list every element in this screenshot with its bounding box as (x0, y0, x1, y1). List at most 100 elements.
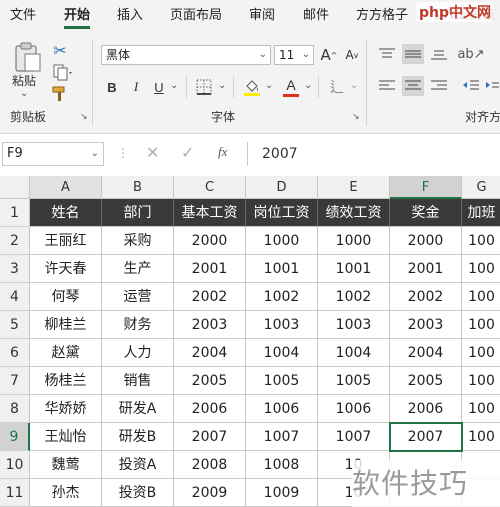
row-header[interactable]: 1 (0, 199, 30, 227)
table-cell[interactable]: 财务 (102, 311, 174, 339)
table-cell[interactable]: 1009 (246, 479, 318, 507)
table-cell[interactable]: 杨桂兰 (30, 367, 102, 395)
clipboard-launcher-icon[interactable]: ↘ (80, 112, 88, 122)
table-cell[interactable]: 1000 (318, 227, 390, 255)
table-cell[interactable]: 1001 (246, 255, 318, 283)
row-header[interactable]: 10 (0, 451, 30, 479)
align-bottom-button[interactable] (428, 44, 450, 64)
table-cell[interactable]: 1007 (318, 423, 390, 451)
row-header[interactable]: 8 (0, 395, 30, 423)
table-cell[interactable]: 1002 (246, 283, 318, 311)
table-cell[interactable]: 运营 (102, 283, 174, 311)
table-cell[interactable]: 2003 (174, 311, 246, 339)
borders-dropdown-icon[interactable]: ⌄ (218, 80, 226, 91)
header-cell[interactable]: 姓名 (30, 199, 102, 227)
tab-fangfang[interactable]: 方方格子 (356, 0, 408, 32)
table-cell[interactable]: 2005 (174, 367, 246, 395)
header-cell[interactable]: 加班 (462, 199, 500, 227)
header-cell[interactable]: 岗位工资 (246, 199, 318, 227)
table-cell[interactable]: 1004 (318, 339, 390, 367)
underline-button[interactable]: U (150, 78, 168, 96)
decrease-indent-button[interactable] (460, 76, 482, 96)
table-cell[interactable]: 销售 (102, 367, 174, 395)
table-cell[interactable]: 2007 (390, 423, 462, 451)
tab-page-layout[interactable]: 页面布局 (170, 0, 222, 32)
header-cell[interactable]: 基本工资 (174, 199, 246, 227)
table-cell[interactable]: 100 (462, 367, 500, 395)
table-cell[interactable]: 2002 (174, 283, 246, 311)
increase-indent-button[interactable] (484, 76, 500, 96)
copy-button[interactable] (50, 62, 76, 82)
formula-input[interactable]: 2007 (247, 142, 500, 166)
table-cell[interactable]: 1005 (318, 367, 390, 395)
orientation-icon[interactable]: ab↗ (457, 44, 484, 64)
table-cell[interactable]: 1003 (318, 311, 390, 339)
grow-font-button[interactable]: A ^ (319, 45, 339, 65)
tab-mailings[interactable]: 邮件 (303, 0, 329, 32)
column-header[interactable]: A (30, 176, 102, 199)
format-painter-button[interactable] (50, 84, 70, 104)
header-cell[interactable]: 部门 (102, 199, 174, 227)
table-cell[interactable]: 王灿怡 (30, 423, 102, 451)
table-cell[interactable]: 1002 (318, 283, 390, 311)
tab-review[interactable]: 审阅 (249, 0, 275, 32)
table-cell[interactable]: 1004 (246, 339, 318, 367)
table-cell[interactable]: 100 (462, 283, 500, 311)
table-cell[interactable]: 2006 (390, 395, 462, 423)
cut-icon[interactable]: ✂ (50, 40, 70, 60)
column-header[interactable]: E (318, 176, 390, 199)
shrink-font-button[interactable]: Av (342, 45, 362, 65)
align-center-button[interactable] (402, 76, 424, 96)
tab-insert[interactable]: 插入 (117, 0, 143, 32)
table-cell[interactable]: 100 (462, 311, 500, 339)
table-cell[interactable]: 2008 (174, 451, 246, 479)
column-header[interactable]: F (390, 176, 462, 199)
table-cell[interactable]: 100 (462, 395, 500, 423)
table-cell[interactable]: 采购 (102, 227, 174, 255)
table-cell[interactable]: 1001 (318, 255, 390, 283)
align-top-button[interactable] (376, 44, 398, 64)
table-cell[interactable]: 赵黛 (30, 339, 102, 367)
row-header[interactable]: 2 (0, 227, 30, 255)
table-cell[interactable]: 何琴 (30, 283, 102, 311)
column-header[interactable]: C (174, 176, 246, 199)
row-header[interactable]: 7 (0, 367, 30, 395)
row-header[interactable]: 9 (0, 423, 30, 451)
column-header[interactable]: D (246, 176, 318, 199)
fill-color-button[interactable] (241, 76, 263, 98)
table-cell[interactable]: 柳桂兰 (30, 311, 102, 339)
header-cell[interactable]: 奖金 (390, 199, 462, 227)
row-header[interactable]: 11 (0, 479, 30, 507)
column-header[interactable]: B (102, 176, 174, 199)
table-cell[interactable]: 孙杰 (30, 479, 102, 507)
borders-button[interactable] (193, 77, 215, 97)
table-cell[interactable]: 许天春 (30, 255, 102, 283)
italic-button[interactable]: I (127, 78, 145, 96)
paste-button[interactable] (10, 40, 44, 74)
table-cell[interactable]: 1003 (246, 311, 318, 339)
table-cell[interactable]: 2006 (174, 395, 246, 423)
phonetic-guide-icon[interactable]: ⻍ (326, 76, 348, 98)
paste-dropdown-icon[interactable]: ⌄ (20, 88, 28, 99)
bold-button[interactable]: B (103, 78, 121, 96)
font-color-dropdown-icon[interactable]: ⌄ (304, 80, 312, 91)
underline-dropdown-icon[interactable]: ⌄ (170, 80, 178, 91)
row-header[interactable]: 3 (0, 255, 30, 283)
fill-color-dropdown-icon[interactable]: ⌄ (265, 80, 273, 91)
table-cell[interactable]: 2000 (390, 227, 462, 255)
table-cell[interactable]: 人力 (102, 339, 174, 367)
cancel-entry-icon[interactable]: ✕ (146, 143, 159, 162)
row-header[interactable]: 4 (0, 283, 30, 311)
font-size-combo[interactable]: 11 ⌄ (274, 45, 314, 65)
table-cell[interactable]: 魏莺 (30, 451, 102, 479)
table-cell[interactable]: 2007 (174, 423, 246, 451)
align-right-button[interactable] (428, 76, 450, 96)
insert-function-button[interactable]: fx (218, 144, 227, 160)
row-header[interactable]: 5 (0, 311, 30, 339)
table-cell[interactable]: 华娇娇 (30, 395, 102, 423)
table-cell[interactable]: 100 (462, 423, 500, 451)
table-cell[interactable]: 2005 (390, 367, 462, 395)
table-cell[interactable]: 1007 (246, 423, 318, 451)
font-color-button[interactable]: A (280, 76, 302, 98)
table-cell[interactable]: 100 (462, 339, 500, 367)
